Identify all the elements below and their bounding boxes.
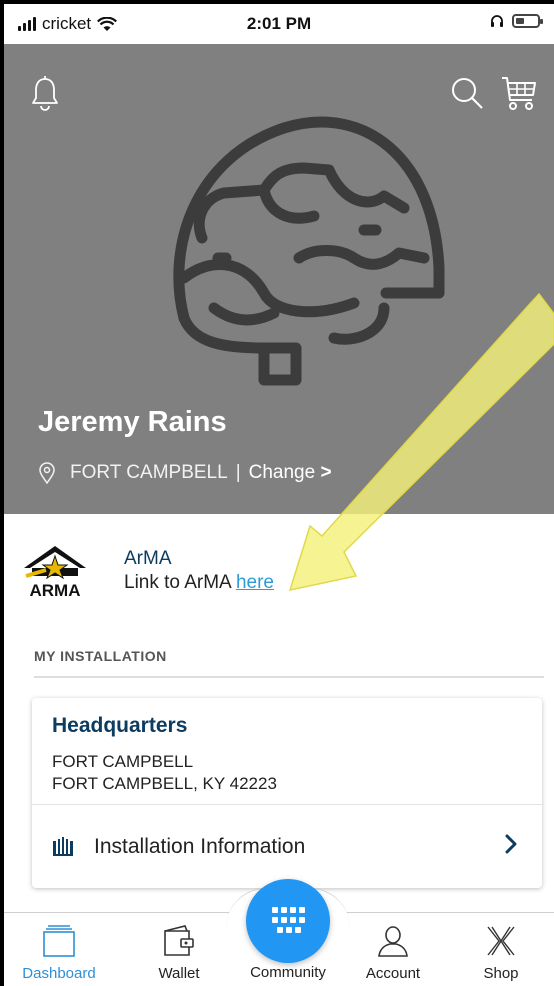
card-title: Headquarters bbox=[52, 714, 188, 737]
profile-hero: Jeremy Rains FORT CAMPBELL | Change > bbox=[4, 44, 554, 514]
section-divider bbox=[34, 676, 544, 678]
change-installation-link[interactable]: Change > bbox=[249, 462, 332, 484]
section-header-my-installation: MY INSTALLATION bbox=[34, 648, 167, 664]
helmet-icon bbox=[173, 116, 445, 386]
account-icon bbox=[378, 926, 408, 957]
tab-dashboard[interactable]: Dashboard bbox=[14, 913, 104, 986]
app-screen: cricket 2:01 PM Jeremy Rains FORT CAMPBE… bbox=[4, 4, 554, 986]
grid-icon bbox=[272, 907, 305, 933]
arma-title: ArMA bbox=[124, 548, 172, 569]
tab-label-community[interactable]: Community bbox=[230, 964, 346, 981]
location-row: FORT CAMPBELL | Change > bbox=[38, 462, 332, 484]
battery-icon bbox=[512, 14, 543, 28]
installation-information-row[interactable]: Installation Information bbox=[32, 805, 542, 888]
search-icon[interactable] bbox=[450, 76, 484, 110]
arma-logo-text: ARMA bbox=[30, 581, 81, 600]
arma-link-prefix: Link to ArMA bbox=[124, 572, 231, 593]
arma-link-line: Link to ArMA here bbox=[124, 572, 274, 594]
change-label: Change bbox=[248, 462, 316, 483]
location-pin-icon bbox=[39, 462, 55, 484]
tab-label: Wallet bbox=[158, 965, 200, 982]
shop-icon bbox=[487, 926, 515, 956]
arma-here-link[interactable]: here bbox=[236, 572, 274, 593]
tab-shop[interactable]: Shop bbox=[456, 913, 546, 986]
installation-information-label: Installation Information bbox=[94, 834, 306, 858]
headphones-icon bbox=[491, 15, 503, 27]
installation-name: FORT CAMPBELL bbox=[70, 462, 228, 483]
location-separator: | bbox=[235, 462, 241, 483]
card-installation-line: FORT CAMPBELL bbox=[52, 752, 194, 771]
change-chevron: > bbox=[320, 462, 332, 483]
status-right bbox=[490, 14, 543, 28]
bell-icon[interactable] bbox=[30, 76, 60, 112]
building-icon bbox=[53, 836, 73, 856]
arma-section: ARMA ArMA Link to ArMA here bbox=[4, 514, 554, 624]
card-address-line: FORT CAMPBELL, KY 42223 bbox=[52, 774, 277, 793]
installation-card: Headquarters FORT CAMPBELL FORT CAMPBELL… bbox=[32, 698, 542, 888]
arma-logo: ARMA bbox=[24, 546, 86, 600]
chevron-right-icon bbox=[505, 834, 517, 854]
tab-account[interactable]: Account bbox=[348, 913, 438, 986]
profile-name: Jeremy Rains bbox=[38, 406, 227, 438]
community-button[interactable] bbox=[246, 879, 330, 963]
dashboard-icon bbox=[43, 925, 75, 957]
wallet-icon bbox=[164, 925, 194, 956]
tab-label: Dashboard bbox=[22, 965, 96, 982]
status-time: 2:01 PM bbox=[246, 14, 312, 33]
cart-icon[interactable] bbox=[500, 74, 538, 112]
tab-wallet[interactable]: Wallet bbox=[134, 913, 224, 986]
tab-label: Shop bbox=[483, 965, 519, 982]
tab-label: Account bbox=[365, 965, 421, 982]
status-bar: cricket 2:01 PM bbox=[4, 4, 554, 44]
